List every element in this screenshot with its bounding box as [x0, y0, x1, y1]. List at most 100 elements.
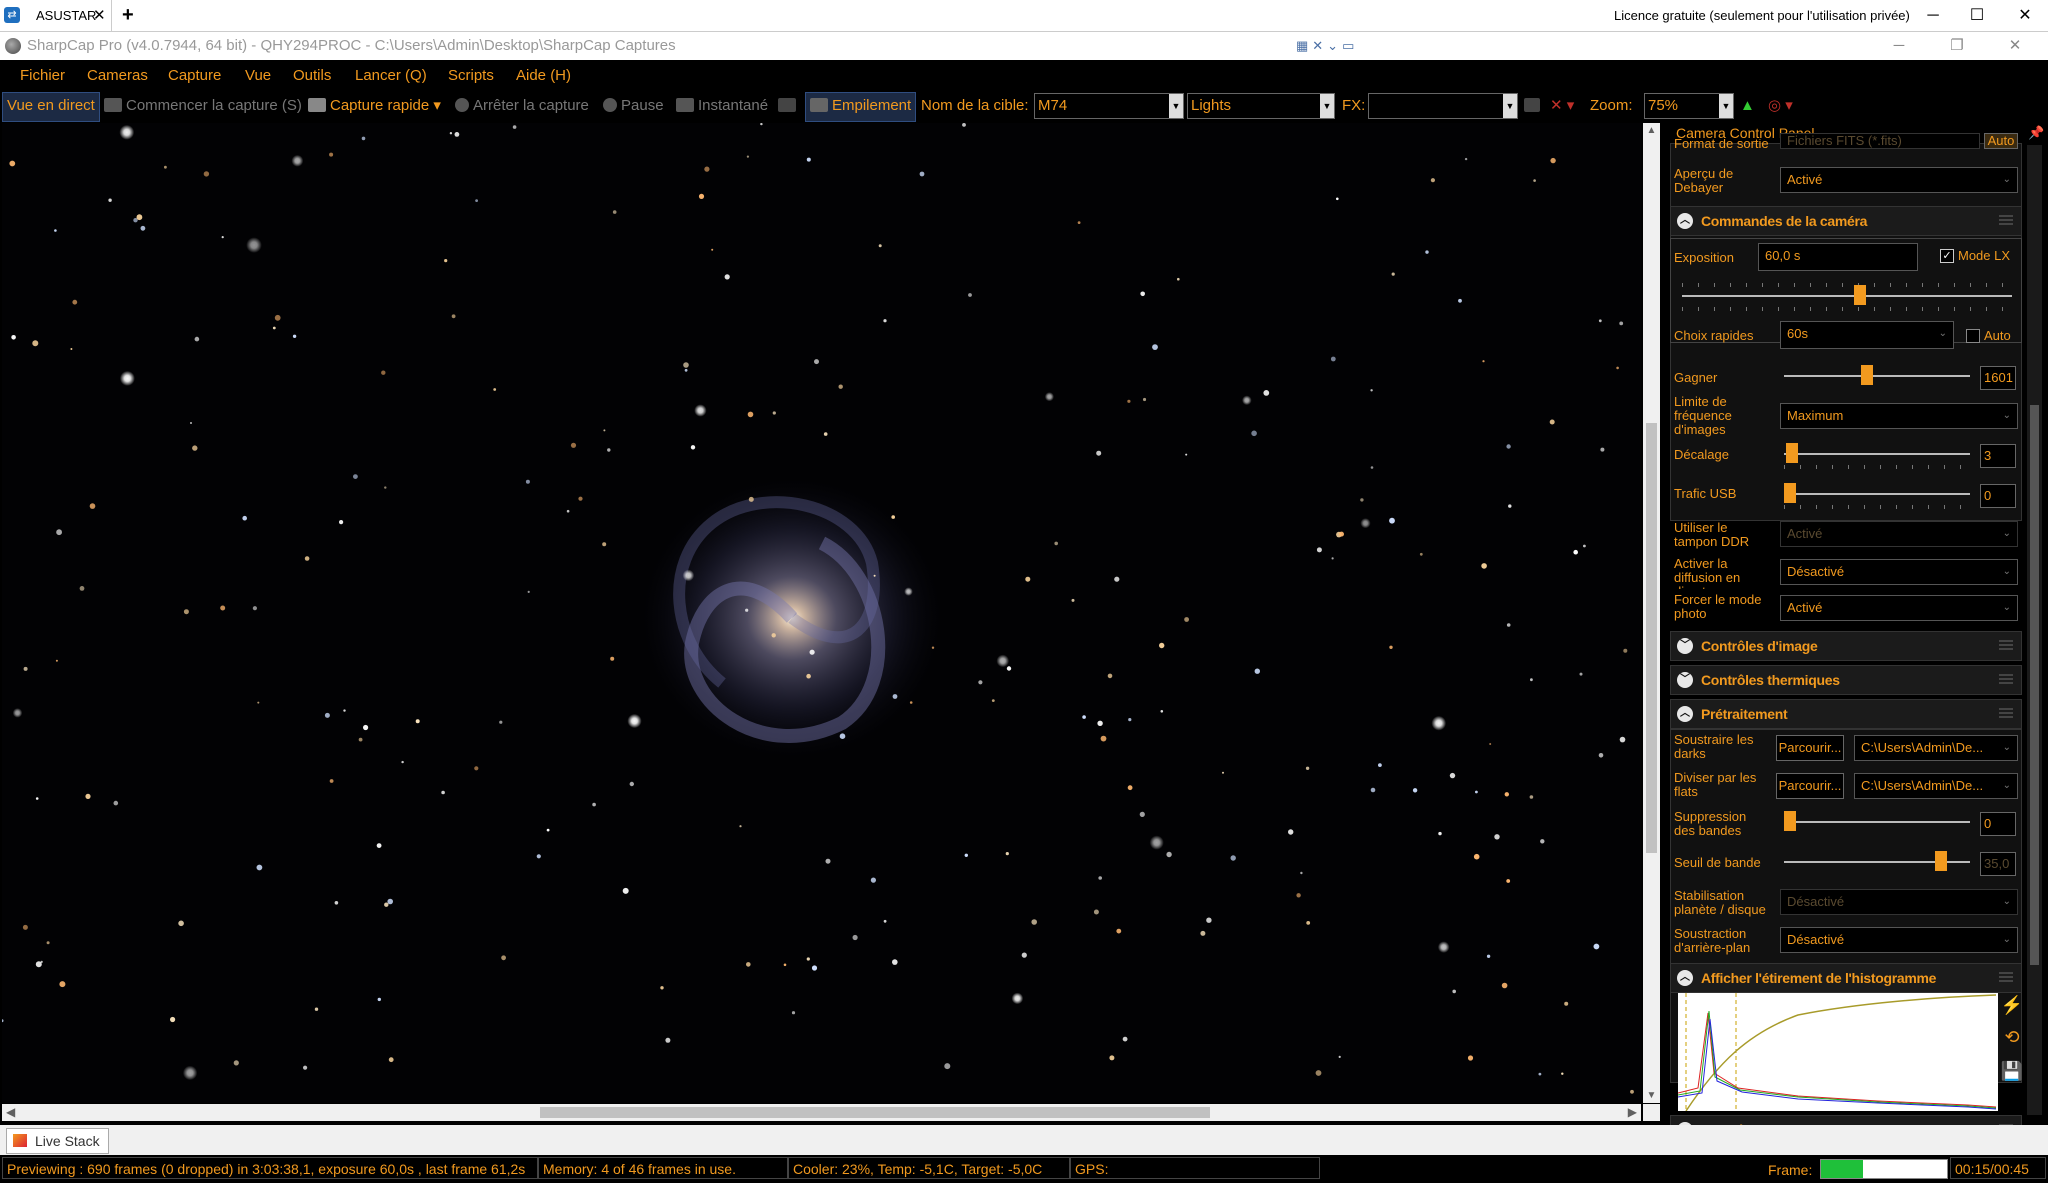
menu-lancer[interactable]: Lancer (Q) — [355, 61, 427, 90]
slider-knob[interactable] — [1786, 443, 1798, 463]
live-image-view[interactable] — [2, 123, 1641, 1103]
live-broadcast-select[interactable]: Désactivé ⌄ — [1780, 559, 2018, 585]
new-tab-button[interactable]: + — [122, 0, 134, 31]
menu-vue[interactable]: Vue — [245, 61, 271, 90]
remote-minimize-button[interactable]: ─ — [1918, 0, 1948, 31]
vertical-scrollbar[interactable]: ▲ ▼ — [1643, 123, 1660, 1103]
section-header-preprocessing[interactable]: ︿ Prétraitement — [1670, 699, 2022, 729]
section-header-telescope[interactable]: ︿ Contrôles du Télescope — [1670, 1115, 2022, 1125]
reticle-button[interactable] — [1524, 90, 1544, 122]
chevron-down-icon[interactable]: ▼ — [1169, 94, 1183, 118]
ddr-buffer-select[interactable]: Activé ⌄ — [1780, 521, 2018, 547]
slider-knob[interactable] — [1854, 285, 1866, 305]
hamburger-icon[interactable] — [1999, 674, 2013, 684]
menu-outils[interactable]: Outils — [293, 61, 331, 90]
scroll-left-icon[interactable]: ◀ — [6, 1104, 15, 1121]
hamburger-icon[interactable] — [1999, 640, 2013, 650]
remote-maximize-button[interactable]: ☐ — [1962, 0, 1992, 31]
histogram-chart[interactable] — [1677, 993, 1998, 1112]
quick-capture-button[interactable]: Capture rapide ▾ — [308, 90, 441, 122]
menu-aide[interactable]: Aide (H) — [516, 61, 571, 90]
band-threshold-slider[interactable] — [1784, 851, 1970, 871]
scroll-right-icon[interactable]: ▶ — [1628, 1104, 1637, 1121]
monitor-icon[interactable] — [778, 90, 800, 122]
exposure-slider[interactable] — [1682, 283, 2012, 311]
scroll-up-icon[interactable]: ▲ — [1643, 125, 1660, 136]
section-header-thermal-controls[interactable]: ﹀ Contrôles thermiques — [1670, 665, 2022, 695]
alarm-icon[interactable]: ◎ ▾ — [1768, 90, 1793, 122]
slider-knob[interactable] — [1861, 365, 1873, 385]
expand-icon[interactable]: ﹀ — [1677, 672, 1693, 688]
section-header-histogram[interactable]: ︿ Afficher l'étirement de l'histogramme — [1670, 963, 2022, 993]
stop-capture-button[interactable]: Arrêter la capture — [455, 90, 589, 122]
section-header-image-controls[interactable]: ﹀ Contrôles d'image — [1670, 631, 2022, 661]
pause-button[interactable]: Pause — [603, 90, 664, 122]
auto-stretch-icon[interactable]: ⚡ — [2000, 995, 2024, 1021]
histogram-icon[interactable]: ▲ — [1740, 90, 1755, 122]
auto-checkbox[interactable] — [1966, 329, 1980, 343]
menu-fichier[interactable]: Fichier — [20, 61, 65, 90]
offset-input[interactable]: 3 — [1980, 444, 2016, 468]
hamburger-icon[interactable] — [1999, 215, 2013, 225]
banding-suppression-input[interactable]: 0 — [1980, 812, 2016, 836]
target-name-input[interactable]: M74 ▼ — [1034, 93, 1184, 119]
background-subtraction-select[interactable]: Désactivé ⌄ — [1780, 927, 2018, 953]
pin-icon[interactable]: 📌 — [2028, 125, 2044, 141]
remote-toolbar-icons[interactable]: ▦✕⌄▭ — [1296, 32, 1358, 60]
exposure-input[interactable]: 60,0 s — [1758, 243, 1918, 271]
chevron-down-icon[interactable]: ▼ — [1503, 94, 1517, 118]
section-header-camera-controls[interactable]: ︿ Commandes de la caméra — [1670, 206, 2022, 236]
start-capture-button[interactable]: Commencer la capture (S) — [104, 90, 302, 122]
collapse-icon[interactable]: ︿ — [1677, 213, 1693, 229]
hamburger-icon[interactable] — [1999, 972, 2013, 982]
gain-input[interactable]: 1601 — [1980, 366, 2016, 390]
expand-icon[interactable]: ﹀ — [1677, 638, 1693, 654]
lx-mode-checkbox[interactable]: ✓ — [1940, 249, 1954, 263]
scroll-down-icon[interactable]: ▼ — [1643, 1090, 1660, 1101]
collapse-icon[interactable]: ︿ — [1677, 706, 1693, 722]
snapshot-button[interactable]: Instantané — [676, 90, 768, 122]
debayer-select[interactable]: Activé ⌄ — [1780, 167, 2018, 193]
auto-button[interactable]: Auto — [1984, 133, 2018, 149]
save-icon[interactable]: 💾 — [2000, 1061, 2024, 1087]
usb-traffic-input[interactable]: 0 — [1980, 484, 2016, 508]
horizontal-scrollbar[interactable]: ◀ ▶ — [2, 1104, 1641, 1121]
band-threshold-input[interactable]: 35,0 — [1980, 852, 2016, 876]
panel-scroll-thumb[interactable] — [2030, 405, 2039, 965]
menu-scripts[interactable]: Scripts — [448, 61, 494, 90]
remote-close-button[interactable]: ✕ — [2010, 0, 2040, 31]
browse-flats-button[interactable]: Parcourir... — [1776, 773, 1844, 799]
darks-path-select[interactable]: C:\Users\Admin\De... ⌄ — [1854, 735, 2018, 761]
usb-traffic-slider[interactable] — [1784, 483, 1970, 509]
crosshair-icon[interactable]: ✕ ▾ — [1550, 90, 1574, 122]
close-button[interactable]: ✕ — [2000, 32, 2030, 60]
zoom-select[interactable]: 75% ▼ — [1644, 93, 1734, 119]
collapse-icon[interactable]: ︿ — [1677, 970, 1693, 986]
minimize-button[interactable]: ─ — [1884, 32, 1914, 60]
quick-choices-select[interactable]: 60s ⌄ — [1780, 321, 1954, 349]
frame-type-select[interactable]: Lights ▼ — [1187, 93, 1335, 119]
restore-button[interactable]: ❐ — [1942, 32, 1972, 60]
vertical-scroll-thumb[interactable] — [1646, 423, 1657, 853]
chevron-down-icon[interactable]: ▼ — [1320, 94, 1334, 118]
photo-mode-select[interactable]: Activé ⌄ — [1780, 595, 2018, 621]
frame-limit-select[interactable]: Maximum ⌄ — [1780, 403, 2018, 429]
slider-knob[interactable] — [1784, 811, 1796, 831]
banding-suppression-slider[interactable] — [1784, 811, 1970, 831]
close-tab-icon[interactable]: ✕ — [93, 0, 106, 31]
browse-darks-button[interactable]: Parcourir... — [1776, 735, 1844, 761]
output-format-select[interactable]: Fichiers FITS (*.fits) — [1780, 133, 1980, 149]
chevron-down-icon[interactable]: ▼ — [1719, 94, 1733, 118]
tab-live-stack[interactable]: Live Stack — [6, 1128, 109, 1154]
fx-select[interactable]: ▼ — [1368, 93, 1518, 119]
hamburger-icon[interactable] — [1999, 708, 2013, 718]
slider-knob[interactable] — [1935, 851, 1947, 871]
panel-scrollbar[interactable] — [2027, 145, 2042, 1115]
flats-path-select[interactable]: C:\Users\Admin\De... ⌄ — [1854, 773, 2018, 799]
live-view-button[interactable]: Vue en direct — [2, 92, 100, 122]
offset-slider[interactable] — [1784, 443, 1970, 469]
horizontal-scroll-thumb[interactable] — [540, 1107, 1210, 1118]
reset-icon[interactable]: ⟲ — [2000, 1027, 2024, 1053]
stabilization-select[interactable]: Désactivé ⌄ — [1780, 889, 2018, 915]
menu-cameras[interactable]: Cameras — [87, 61, 148, 90]
